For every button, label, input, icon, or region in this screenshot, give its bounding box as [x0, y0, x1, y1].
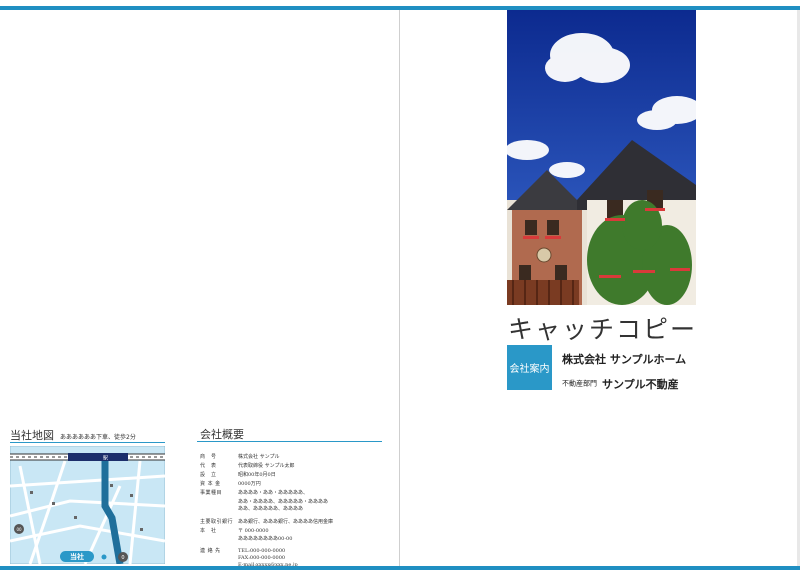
department-row: 不動産部門 サンプル不動産 [562, 373, 679, 392]
overview-row-value: ああ、あああああ、ああああ [238, 506, 304, 512]
overview-row-value: ああ銀行、あああ銀行、ああああ信用金庫 [238, 519, 334, 525]
overview-row: 本 社 〒 000-0000 [200, 528, 269, 536]
company-name: 株式会社 サンプルホーム [562, 353, 687, 366]
overview-row: 事業種目 ああああ・ああ・あああああ、 [200, 490, 308, 498]
overview-row: 代 表 代表取締役 サンプル太郎 [200, 463, 294, 471]
route-marker-left: 00 [16, 527, 22, 532]
map-title: 当社地図 [10, 429, 54, 442]
overview-row-value: 昭和00年0月0日 [238, 472, 276, 478]
overview-row: ああああああああ00-00 [200, 536, 292, 544]
station-block [68, 453, 128, 461]
catch-copy: キャッチコピー [508, 315, 698, 344]
overview-row-label: 資 本 金 [200, 481, 221, 487]
overview-row-label: 本 社 [200, 528, 217, 534]
back-page: 当社地図 ああああああ下車、徒歩2分 駅 00 0 当社 会社概要 商 号 株式… [0, 10, 400, 568]
center-fold [399, 10, 400, 566]
overview-row-label: 代 表 [200, 463, 217, 469]
overview-row: 商 号 株式会社 サンプル [200, 454, 279, 462]
company-profile-badge: 会社案内 [507, 345, 552, 390]
map-heading: 当社地図 ああああああ下車、徒歩2分 [10, 427, 136, 443]
route-marker-right: 0 [121, 555, 124, 561]
overview-row-value: ああああああああ00-00 [238, 536, 293, 542]
overview-row: 主要取引銀行 ああ銀行、あああ銀行、ああああ信用金庫 [200, 519, 333, 527]
station-label: 駅 [103, 456, 108, 462]
office-label: 当社 [70, 552, 84, 561]
overview-divider [197, 441, 382, 442]
map-divider [10, 442, 165, 443]
cover-photo [507, 10, 696, 305]
overview-row-value: ああああ・ああ・あああああ、 [238, 490, 309, 496]
department-label: 不動産部門 [562, 379, 597, 388]
cover-page: キャッチコピー 会社案内 株式会社 サンプルホーム 不動産部門 サンプル不動産 [400, 10, 800, 566]
overview-row: 設 立 昭和00年0月0日 [200, 472, 276, 480]
overview-row-value: 代表取締役 サンプル太郎 [238, 463, 295, 469]
department-name: サンプル不動産 [602, 377, 679, 391]
overview-row-value: 〒 000-0000 [238, 528, 269, 534]
overview-row-label: 設 立 [200, 472, 217, 478]
overview-row: ああ、あああああ、ああああ [200, 506, 303, 514]
overview-row-label: 事業種目 [200, 490, 223, 496]
bottom-accent-bar [0, 566, 800, 570]
map-access-note: ああああああ下車、徒歩2分 [60, 434, 136, 441]
overview-row-value: 0000万円 [238, 481, 261, 487]
overview-row: 資 本 金 0000万円 [200, 481, 261, 489]
access-map: 駅 00 0 当社 [10, 446, 165, 564]
overview-title: 会社概要 [200, 428, 244, 441]
overview-row-label: 商 号 [200, 454, 217, 460]
overview-row-label: 主要取引銀行 [200, 519, 234, 525]
brochure-spread: 当社地図 ああああああ下車、徒歩2分 駅 00 0 当社 会社概要 商 号 株式… [0, 10, 800, 568]
overview-row-value: 株式会社 サンプル [238, 454, 280, 460]
